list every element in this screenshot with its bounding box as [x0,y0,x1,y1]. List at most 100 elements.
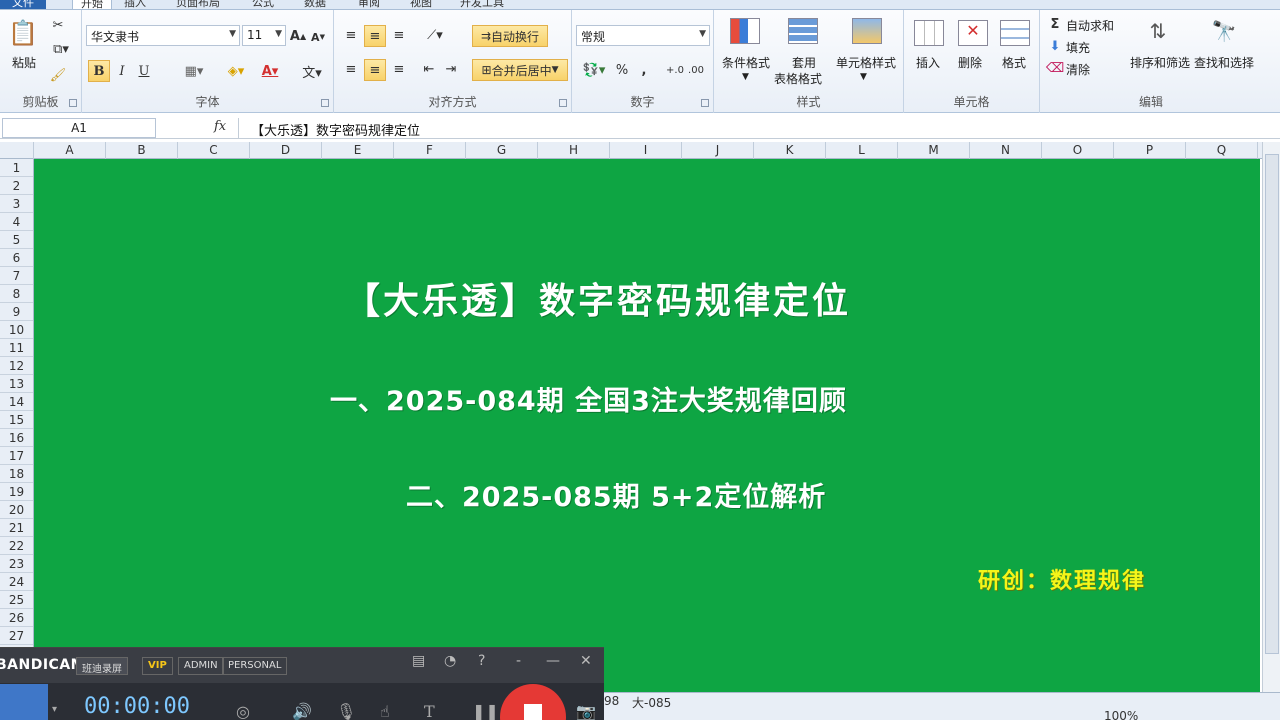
paste-button[interactable]: 粘贴 [12,54,36,71]
column-header[interactable]: P [1114,142,1186,159]
decrease-indent-icon[interactable]: ⇤ [420,60,438,78]
grow-font-icon[interactable]: A ▲ [290,26,306,46]
fill-color-icon[interactable]: ◈▾ [222,60,250,82]
clock-icon[interactable]: ◔ [444,653,456,669]
font-size-select[interactable]: 11 ▼ [242,25,286,46]
vertical-scrollbar[interactable] [1262,142,1280,692]
row-header[interactable]: 17 [0,447,33,465]
font-color-icon[interactable]: A▾ [256,60,284,82]
row-header[interactable]: 24 [0,573,33,591]
close-icon[interactable]: ✕ [580,653,592,669]
number-format-select[interactable]: 常规 ▼ [576,25,710,46]
row-header[interactable]: 6 [0,249,33,267]
format-cells-icon[interactable] [1000,20,1030,46]
tab-review[interactable]: 审阅 [358,0,380,9]
table-format-button[interactable]: 表格格式 [774,70,822,87]
column-header[interactable]: J [682,142,754,159]
tab-insert[interactable]: 插入 [124,0,146,9]
row-header[interactable]: 15 [0,411,33,429]
increase-indent-icon[interactable]: ⇥ [442,60,460,78]
tab-layout[interactable]: 页面布局 [176,0,220,9]
minimize-icon[interactable]: — [546,653,560,669]
column-header[interactable]: A [34,142,106,159]
table-format-icon[interactable] [788,18,818,44]
underline-button[interactable]: U [136,60,152,82]
scroll-thumb[interactable] [1265,154,1279,654]
row-header[interactable]: 16 [0,429,33,447]
italic-button[interactable]: I [114,60,130,82]
decrease-decimal-icon[interactable]: .00 [686,60,706,80]
column-header[interactable]: E [322,142,394,159]
table-format-label1[interactable]: 套用 [792,54,816,71]
row-header[interactable]: 22 [0,537,33,555]
conditional-format-button[interactable]: 条件格式 [722,54,770,71]
column-header[interactable]: O [1042,142,1114,159]
autosum-button[interactable]: 自动求和 [1066,17,1114,34]
align-middle-icon[interactable]: ≡ [364,25,386,47]
zoom-level[interactable]: 100% [1104,709,1138,720]
column-header[interactable]: K [754,142,826,159]
row-header[interactable]: 5 [0,231,33,249]
column-header[interactable]: B [106,142,178,159]
align-bottom-icon[interactable]: ≡ [390,26,408,44]
column-header[interactable]: I [610,142,682,159]
currency-icon[interactable]: 💱▾ [580,60,608,80]
insert-cells-button[interactable]: 插入 [916,54,940,71]
align-center-icon[interactable]: ≡ [364,59,386,81]
column-header[interactable]: L [826,142,898,159]
column-header[interactable]: D [250,142,322,159]
tab-data[interactable]: 数据 [304,0,326,9]
row-header[interactable]: 23 [0,555,33,573]
font-launcher-icon[interactable] [321,99,329,107]
number-launcher-icon[interactable] [701,99,709,107]
column-header[interactable]: F [394,142,466,159]
cell-styles-icon[interactable] [852,18,882,44]
row-header[interactable]: 3 [0,195,33,213]
help-icon[interactable]: ? [478,653,485,669]
row-header[interactable]: 13 [0,375,33,393]
sort-filter-button[interactable]: 排序和筛选 [1130,54,1190,71]
insert-cells-icon[interactable] [914,20,944,46]
paste-icon[interactable]: 📋 [8,16,38,50]
delete-cells-icon[interactable]: ✕ [958,20,988,46]
column-header[interactable]: C [178,142,250,159]
format-cells-button[interactable]: 格式 [1002,54,1026,71]
row-header[interactable]: 27 [0,627,33,645]
row-header[interactable]: 7 [0,267,33,285]
minimize-mini-icon[interactable]: - [516,653,521,669]
format-painter-icon[interactable]: 🖌 [50,66,67,84]
insert-function-icon[interactable]: fx [214,119,226,134]
cut-icon[interactable]: ✂ [50,16,66,34]
clipboard-launcher-icon[interactable] [69,99,77,107]
column-header[interactable]: N [970,142,1042,159]
chevron-down-icon[interactable]: ▾ [52,704,57,715]
name-box[interactable]: A1 [2,118,156,138]
sheet-tab[interactable]: 98 [604,694,619,708]
row-header[interactable]: 9 [0,303,33,321]
tab-home[interactable]: 开始 [72,0,112,9]
formula-input[interactable]: 【大乐透】数字密码规律定位 [238,118,1246,139]
copy-icon[interactable]: ⧉▾ [50,40,72,58]
column-header[interactable]: G [466,142,538,159]
percent-button[interactable]: % [614,60,630,80]
wrap-text-button[interactable]: ⇉ 自动换行 [472,25,548,47]
row-header[interactable]: 12 [0,357,33,375]
screen-mode-icon[interactable] [0,684,48,720]
align-left-icon[interactable]: ≡ [342,60,360,78]
find-select-button[interactable]: 查找和选择 [1194,54,1254,71]
comma-button[interactable]: , [638,60,650,80]
tab-file[interactable]: 文件 [0,0,46,9]
speaker-icon[interactable]: 🔊 [292,702,312,720]
cell-styles-button[interactable]: 单元格样式 [836,54,896,71]
worksheet-grid[interactable]: 【大乐透】数字密码规律定位 一、2025-084期 全国3注大奖规律回顾 二、2… [34,159,1260,692]
sort-filter-icon[interactable]: ⇅ [1142,16,1174,46]
row-header[interactable]: 2 [0,177,33,195]
row-header[interactable]: 20 [0,501,33,519]
row-header[interactable]: 26 [0,609,33,627]
row-header[interactable]: 10 [0,321,33,339]
column-header[interactable]: H [538,142,610,159]
camera-icon[interactable]: 📷 [576,702,596,720]
row-header[interactable]: 21 [0,519,33,537]
row-header[interactable]: 19 [0,483,33,501]
webcam-icon[interactable]: ◎ [236,702,250,720]
